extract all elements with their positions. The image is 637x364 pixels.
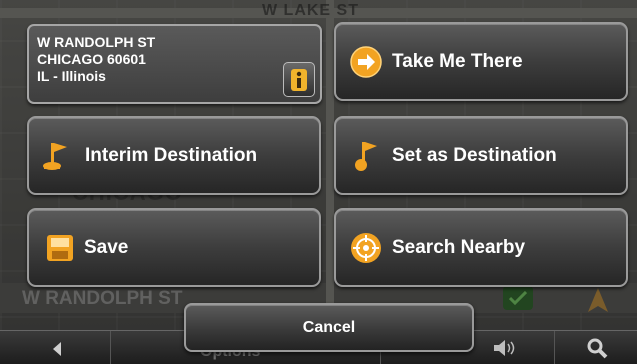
flag-icon: [41, 139, 75, 173]
search-button[interactable]: [554, 331, 637, 364]
set-as-destination-button[interactable]: Set as Destination: [334, 116, 628, 195]
interim-destination-button[interactable]: Interim Destination: [27, 116, 321, 195]
arrow-right-circle-icon: [350, 45, 382, 78]
address-city-zip: CHICAGO 60601: [37, 51, 146, 67]
address-street: W RANDOLPH ST: [37, 34, 156, 50]
info-button[interactable]: [283, 62, 315, 97]
back-button[interactable]: [0, 331, 111, 364]
interim-destination-label: Interim Destination: [85, 144, 258, 166]
search-nearby-label: Search Nearby: [392, 236, 526, 258]
flag-icon: [350, 139, 382, 173]
set-as-destination-label: Set as Destination: [392, 144, 557, 166]
floppy-icon: [46, 234, 74, 262]
info-icon: [291, 68, 307, 91]
navigation-screen: W LAKE ST CHICAGO W RANDOLPH ST W RANDOL…: [0, 0, 637, 364]
address-state: IL - Illinois: [37, 68, 106, 84]
cancel-label: Cancel: [302, 318, 356, 336]
search-icon: [587, 338, 608, 359]
speaker-icon: [494, 340, 515, 356]
save-label: Save: [84, 236, 129, 258]
take-me-there-button[interactable]: Take Me There: [334, 22, 628, 101]
chevron-left-icon: [53, 342, 61, 356]
cancel-button[interactable]: Cancel: [184, 303, 474, 352]
address-card: W RANDOLPH ST CHICAGO 60601 IL - Illinoi…: [27, 24, 322, 104]
target-icon: [350, 232, 382, 264]
take-me-there-label: Take Me There: [392, 50, 523, 72]
volume-button[interactable]: [474, 331, 555, 364]
save-button[interactable]: Save: [27, 208, 321, 287]
search-nearby-button[interactable]: Search Nearby: [334, 208, 628, 287]
